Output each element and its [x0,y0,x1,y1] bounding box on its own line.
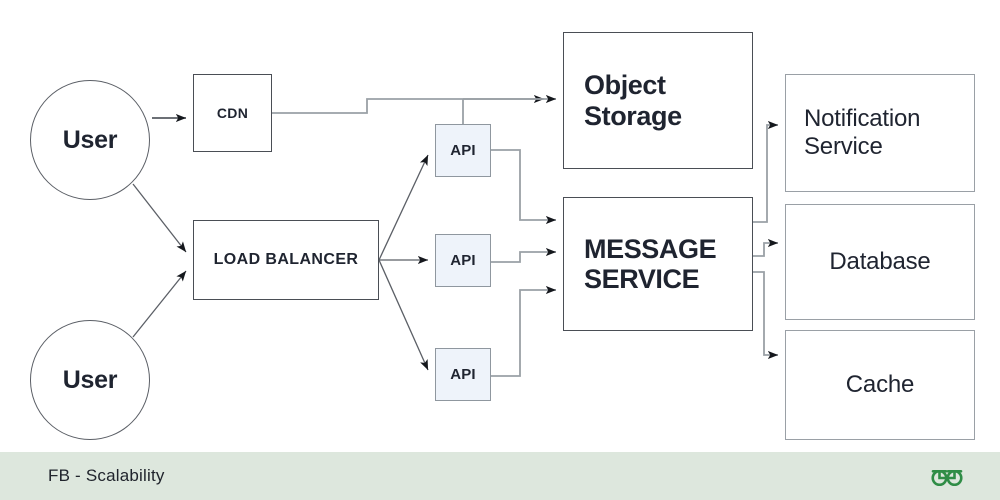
node-load-balancer-label: LOAD BALANCER [213,251,359,268]
architecture-diagram: User User CDN LOAD BALANCER API API API … [0,0,1000,452]
geeksforgeeks-logo [930,465,964,487]
node-cdn-label: CDN [216,105,249,121]
edge-message-service-to-database [753,238,779,257]
edge-load-balancer-to-api-3 [378,259,429,371]
node-load-balancer[interactable]: LOAD BALANCER [193,220,379,300]
node-user-bottom-label: User [62,365,118,394]
edge-api2-to-message-service [491,247,557,263]
node-notification-service-label: Notification Service [804,105,921,160]
edge-load-balancer-to-api-1 [378,154,429,261]
node-database[interactable]: Database [785,204,975,320]
diagram-page: User User CDN LOAD BALANCER API API API … [0,0,1000,500]
footer-bar: FB - Scalability [0,452,1000,500]
edge-user-top-to-load-balancer [132,183,187,253]
edge-cdn-to-object-storage [272,94,545,114]
node-cache[interactable]: Cache [785,330,975,440]
node-message-service-label: MESSAGE SERVICE [584,233,717,294]
node-api-3-label: API [450,366,476,383]
footer-title: FB - Scalability [48,466,165,485]
edge-message-service-to-cache [753,271,779,360]
node-api-3[interactable]: API [435,348,491,401]
node-user-top[interactable]: User [30,80,150,200]
node-cdn[interactable]: CDN [193,74,272,152]
node-message-service[interactable]: MESSAGE SERVICE [563,197,753,331]
edge-message-service-to-notification-service [753,120,779,223]
node-api-2-label: API [450,252,476,269]
node-api-1[interactable]: API [435,124,491,177]
edge-api1-to-message-service [491,149,557,225]
node-notification-service[interactable]: Notification Service [785,74,975,192]
node-api-1-label: API [450,142,476,159]
node-user-bottom[interactable]: User [30,320,150,440]
edge-user-bottom-to-load-balancer [132,270,187,338]
node-user-top-label: User [62,125,118,154]
node-object-storage-label: Object Storage [584,70,682,131]
edge-api3-to-message-service [491,285,557,377]
node-api-2[interactable]: API [435,234,491,287]
node-object-storage[interactable]: Object Storage [563,32,753,169]
node-cache-label: Cache [845,371,915,398]
node-database-label: Database [829,248,931,275]
